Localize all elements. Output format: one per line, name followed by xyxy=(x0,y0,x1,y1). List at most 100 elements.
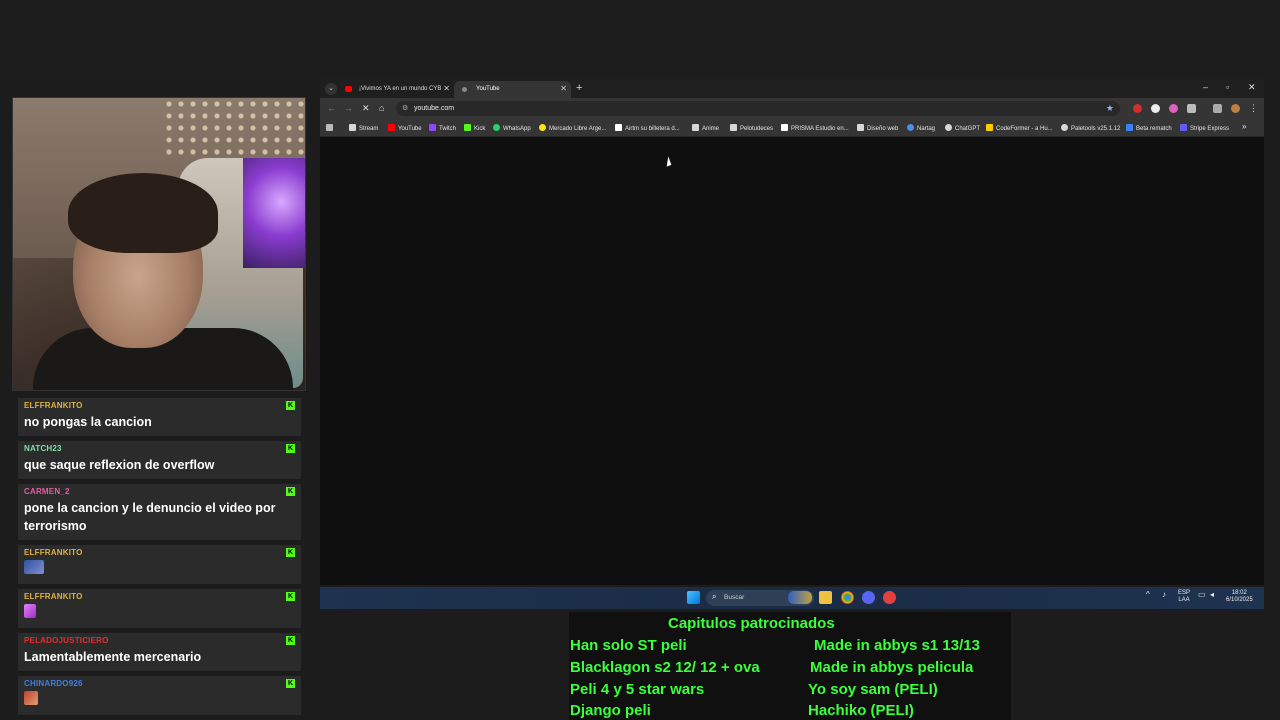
prisma-icon xyxy=(781,124,788,131)
bookmark-diseno-web[interactable]: Diseño web xyxy=(857,124,898,132)
emote-image xyxy=(24,604,36,618)
overlay-item: Django peli xyxy=(570,702,651,719)
bookmark-airtm[interactable]: Airtm su billetera d... xyxy=(615,124,680,132)
chrome-icon[interactable] xyxy=(841,591,854,604)
extension-red-icon[interactable] xyxy=(1133,104,1142,113)
bookmark-anime[interactable]: Anime xyxy=(692,124,719,132)
webcam-feed xyxy=(12,97,306,391)
chat-message: PELADOJUSTICIERO Lamentablemente mercena… xyxy=(18,633,301,672)
overlay-item: Peli 4 y 5 star wars xyxy=(570,681,705,698)
bookmark-stream[interactable]: Stream xyxy=(349,124,378,132)
site-info-icon[interactable]: ⚙ xyxy=(402,104,408,112)
language-indicator[interactable]: ESP LAA xyxy=(1178,590,1190,604)
codeformer-icon xyxy=(986,124,993,131)
folder-icon xyxy=(857,124,864,131)
extension-white-icon[interactable] xyxy=(1151,104,1160,113)
bookmark-youtube[interactable]: YouTube xyxy=(388,124,422,132)
network-icon[interactable]: ▭ xyxy=(1198,591,1206,599)
kick-badge-icon: K xyxy=(286,548,295,557)
kick-badge-icon: K xyxy=(286,636,295,645)
clock[interactable]: 18:02 6/10/2025 xyxy=(1226,590,1253,604)
search-icon: ⌕ xyxy=(712,592,717,601)
tab-search-icon[interactable]: ⌄ xyxy=(325,83,337,95)
bookmark-prisma[interactable]: PRISMA Estudio en... xyxy=(781,124,849,132)
profile-avatar[interactable] xyxy=(1231,104,1240,113)
menu-kebab-icon[interactable]: ⋮ xyxy=(1249,103,1258,114)
close-window-button[interactable]: ✕ xyxy=(1248,82,1256,93)
address-bar[interactable]: ⚙ youtube.com ★ xyxy=(396,101,1120,116)
chat-text: Lamentablemente mercenario xyxy=(24,650,202,664)
apps-grid-icon[interactable] xyxy=(326,124,336,132)
folder-icon xyxy=(730,124,737,131)
rematch-icon xyxy=(1126,124,1133,131)
obs-icon[interactable] xyxy=(883,591,896,604)
microphone-icon[interactable]: ♪ xyxy=(1162,591,1166,599)
stop-loading-icon[interactable]: ✕ xyxy=(362,103,370,114)
airtm-icon xyxy=(615,124,622,131)
minimize-button[interactable]: – xyxy=(1203,82,1208,92)
bookmark-star-icon[interactable]: ★ xyxy=(1106,103,1114,114)
search-highlight-icon xyxy=(788,591,812,604)
kick-badge-icon: K xyxy=(286,401,295,410)
tab-strip: ⌄ ¡Vivimos YA en un mundo CYB ✕ YouTube … xyxy=(320,79,1264,98)
windows-start-icon[interactable] xyxy=(687,591,700,604)
show-hidden-icons[interactable]: ^ xyxy=(1146,591,1150,599)
extension-pink-icon[interactable] xyxy=(1169,104,1178,113)
tab-youtube[interactable]: YouTube ✕ xyxy=(454,81,571,98)
browser-window: ⌄ ¡Vivimos YA en un mundo CYB ✕ YouTube … xyxy=(320,79,1264,585)
tab-cyberpunk[interactable]: ¡Vivimos YA en un mundo CYB ✕ xyxy=(337,81,454,98)
chat-username: ELFFRANKITO xyxy=(24,592,83,601)
bookmark-stripe-express[interactable]: Stripe Express xyxy=(1180,124,1229,132)
kick-badge-icon: K xyxy=(286,679,295,688)
back-icon[interactable]: ← xyxy=(327,103,336,113)
downloads-icon[interactable] xyxy=(1213,104,1222,113)
whatsapp-icon xyxy=(493,124,500,131)
kick-badge-icon: K xyxy=(286,592,295,601)
chat-message: ELFFRANKITO K xyxy=(18,589,301,629)
close-tab-icon[interactable]: ✕ xyxy=(443,84,450,93)
overlay-item: Han solo ST peli xyxy=(570,637,687,654)
loading-favicon-icon xyxy=(462,87,467,92)
bookmark-kick[interactable]: Kick xyxy=(464,124,485,132)
chat-message: CHINARDO926 K xyxy=(18,676,301,716)
forward-icon[interactable]: → xyxy=(344,103,353,113)
chat-message: ELFFRANKITO K xyxy=(18,545,301,585)
bookmark-codeformer[interactable]: CodeFormer - a Hu... xyxy=(986,124,1053,132)
kick-badge-icon: K xyxy=(286,444,295,453)
bookmark-pelotudeces[interactable]: Pelotudeces xyxy=(730,124,773,132)
more-bookmarks-icon[interactable]: » xyxy=(1242,122,1246,131)
chat-text: pone la cancion y le denuncio el video p… xyxy=(24,501,276,533)
bookmark-nartag[interactable]: Nartag xyxy=(907,124,935,132)
chat-panel: ELFFRANKITO no pongas la cancion K NATCH… xyxy=(18,398,301,720)
sponsored-chapters-overlay: Capitulos patrocinados Han solo ST peli … xyxy=(569,612,1011,720)
bookmark-twitch[interactable]: Twitch xyxy=(429,124,456,132)
file-explorer-icon[interactable] xyxy=(819,591,832,604)
restore-button[interactable]: ▫ xyxy=(1226,82,1229,92)
bookmark-whatsapp[interactable]: WhatsApp xyxy=(493,124,531,132)
twitch-icon xyxy=(429,124,436,131)
bookmark-paletools[interactable]: Paletools v25.1.12 xyxy=(1061,124,1120,132)
extensions-puzzle-icon[interactable] xyxy=(1187,104,1196,113)
chat-message: NATCH23 que saque reflexion de overflow … xyxy=(18,441,301,480)
chat-username: CHINARDO926 xyxy=(24,679,83,688)
new-tab-button[interactable]: + xyxy=(576,82,582,94)
bookmark-beta-rematch[interactable]: Beta rematch xyxy=(1126,124,1172,132)
volume-icon[interactable]: ◂ xyxy=(1210,591,1214,599)
home-icon[interactable]: ⌂ xyxy=(379,103,384,113)
overlay-item: Made in abbys s1 13/13 xyxy=(814,637,980,654)
folder-icon xyxy=(692,124,699,131)
chat-text: no pongas la cancion xyxy=(24,415,152,429)
overlay-item: Made in abbys pelicula xyxy=(810,659,974,676)
bookmark-mercadolibre[interactable]: Mercado Libre Arge... xyxy=(539,124,606,132)
folder-icon xyxy=(349,124,356,131)
chat-username: NATCH23 xyxy=(24,444,62,453)
wordpress-icon xyxy=(907,124,914,131)
bookmark-chatgpt[interactable]: ChatGPT xyxy=(945,124,980,132)
chat-username: ELFFRANKITO xyxy=(24,548,83,557)
discord-icon[interactable] xyxy=(862,591,875,604)
page-viewport[interactable] xyxy=(320,137,1264,585)
stripe-icon xyxy=(1180,124,1187,131)
overlay-item: Blacklagon s2 12/ 12 + ova xyxy=(570,659,760,676)
close-tab-icon[interactable]: ✕ xyxy=(560,84,567,93)
chat-username: CARMEN_2 xyxy=(24,487,70,496)
